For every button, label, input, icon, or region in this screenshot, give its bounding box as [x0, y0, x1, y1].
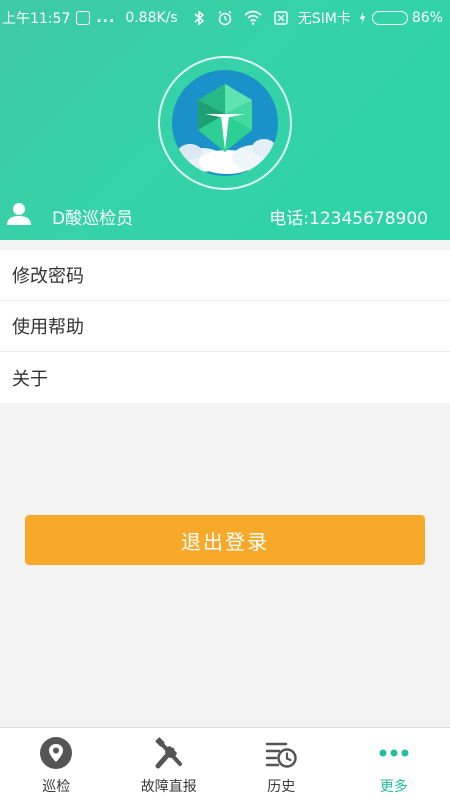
nav-label: 更多: [379, 779, 408, 795]
nav-label: 历史: [267, 779, 296, 795]
user-info-row: D酸巡检员 电话:12345678900: [0, 198, 450, 234]
charging-icon: [359, 11, 366, 25]
alarm-icon: [218, 10, 232, 26]
menu-item-help[interactable]: 使用帮助: [0, 301, 450, 352]
status-time: 上午11:57: [2, 11, 71, 27]
menu-item-about[interactable]: 关于: [0, 352, 450, 403]
nav-tab-fault-report[interactable]: 故障直报: [113, 728, 226, 800]
settings-menu: 修改密码 使用帮助 关于: [0, 250, 450, 403]
menu-item-label: 关于: [12, 368, 48, 390]
network-speed: 0.88K/s: [125, 10, 178, 26]
tools-icon: [155, 737, 182, 769]
user-phone: 电话:12345678900: [269, 209, 428, 229]
menu-item-label: 修改密码: [12, 266, 84, 287]
no-sim-icon: [274, 11, 288, 25]
shield-notification-icon: [76, 11, 91, 25]
bluetooth-icon: [194, 10, 204, 26]
nav-label: 巡检: [42, 779, 71, 795]
nav-label: 故障直报: [140, 779, 197, 795]
nav-tab-more[interactable]: 更多: [338, 728, 450, 800]
status-bar: 上午11:57 ... 0.88K/s 无SIM卡 86%: [0, 0, 450, 36]
location-pin-icon: [40, 737, 73, 769]
more-notifications-icon: ...: [96, 10, 116, 26]
menu-item-label: 使用帮助: [12, 317, 84, 338]
menu-item-change-password[interactable]: 修改密码: [0, 250, 450, 301]
user-icon: [7, 203, 31, 225]
sim-status: 无SIM卡: [297, 11, 351, 27]
more-dots-icon: [379, 749, 409, 757]
nav-tab-history[interactable]: 历史: [225, 728, 338, 800]
logout-button[interactable]: 退出登录: [25, 515, 425, 565]
user-name: D酸巡检员: [52, 209, 134, 229]
history-icon: [266, 742, 297, 768]
app-logo: [172, 70, 278, 176]
battery-percent: 86%: [411, 10, 443, 26]
battery-icon: [371, 11, 408, 25]
profile-header: 上午11:57 ... 0.88K/s 无SIM卡 86% D酸巡检员 电话:1…: [0, 0, 450, 240]
nav-tab-inspection[interactable]: 巡检: [0, 728, 113, 800]
bottom-nav: 巡检 故障直报 历史 更多: [0, 727, 450, 800]
gem-cloud-logo-icon: [178, 84, 276, 174]
wifi-icon: [244, 10, 262, 25]
